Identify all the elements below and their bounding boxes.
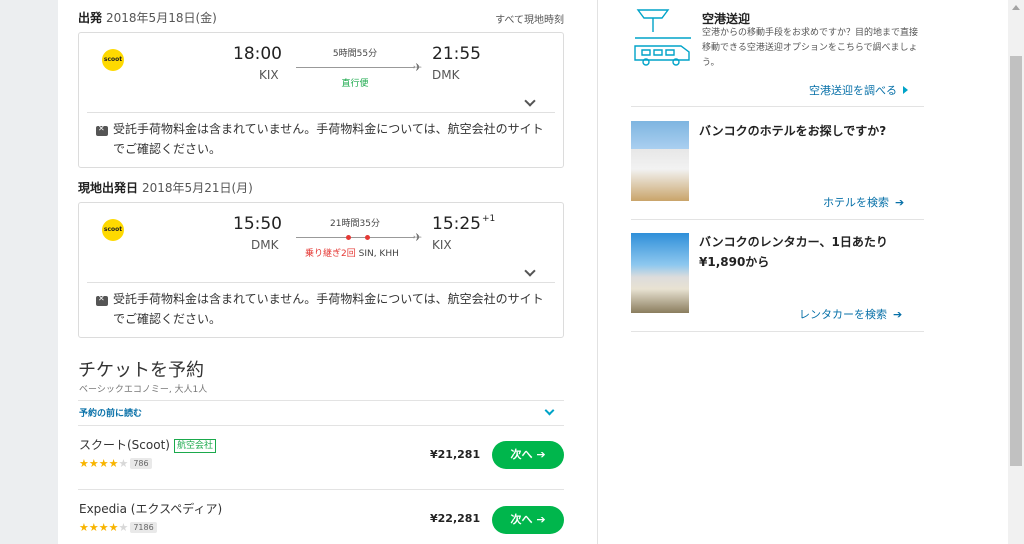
- beach-thumbnail[interactable]: [631, 233, 689, 313]
- car-title: バンコクのレンタカー、1日あたり: [699, 235, 888, 249]
- car-search-link[interactable]: レンタカーを検索 ➔: [799, 306, 902, 322]
- inbound-baggage-note: 受託手荷物料金は含まれていません。手荷物料金については、航空会社のサイトでご確認…: [113, 292, 544, 326]
- arrow-right-icon: ➔: [536, 513, 546, 526]
- outbound-duration: 5時間55分: [332, 49, 378, 59]
- column-divider: [597, 0, 598, 544]
- provider-rating: ★★★★★ 786: [79, 457, 152, 470]
- outbound-route-line: [296, 67, 414, 68]
- scoot-logo-icon: scoot: [102, 49, 124, 71]
- chevron-down-icon[interactable]: [545, 407, 554, 416]
- divider: [78, 425, 564, 426]
- star-icon: ★: [118, 521, 129, 534]
- read-before-booking-link[interactable]: 予約の前に読む: [79, 406, 142, 419]
- outbound-stops: 直行便: [341, 79, 369, 89]
- provider-price: ¥22,281: [430, 512, 481, 525]
- scroll-up-icon[interactable]: [1008, 0, 1024, 16]
- inbound-arr-airport: KIX: [432, 238, 452, 252]
- inbound-label: 現地出発日: [78, 181, 139, 195]
- inbound-dep-airport: DMK: [251, 238, 279, 252]
- provider-rating: ★★★★★ 7186: [79, 521, 157, 534]
- inbound-route-line: [296, 237, 414, 238]
- card-separator: [87, 112, 555, 113]
- triangle-right-icon: [903, 86, 908, 94]
- provider-name[interactable]: Expedia (エクスペディア): [79, 500, 222, 517]
- booking-subtitle: ベーシックエコノミー, 大人1人: [79, 385, 208, 395]
- inbound-card[interactable]: scoot 15:50 DMK 21時間35分 ✈ 15:25+1 KIX 乗り…: [78, 202, 564, 338]
- outbound-header: 出発 2018年5月18日(金) すべて現地時刻: [78, 9, 564, 26]
- airport-shuttle-icon: [634, 9, 691, 66]
- inbound-duration: 21時間35分: [330, 219, 380, 229]
- outbound-label: 出発: [78, 11, 103, 25]
- hotel-search-link[interactable]: ホテルを検索 ➔: [823, 194, 904, 210]
- inbound-dep-time: 15:50: [233, 214, 282, 234]
- booking-title: チケットを予約: [78, 360, 204, 381]
- arrow-right-icon: ➔: [895, 196, 905, 209]
- next-button[interactable]: 次へ ➔: [492, 506, 564, 534]
- timezone-note: すべて現地時刻: [495, 15, 564, 26]
- next-button[interactable]: 次へ ➔: [492, 441, 564, 469]
- outbound-baggage-note: 受託手荷物料金は含まれていません。手荷物料金については、航空会社のサイトでご確認…: [113, 122, 544, 156]
- card-separator: [87, 282, 555, 283]
- chevron-down-icon[interactable]: [525, 97, 535, 107]
- inbound-stops: 乗り継ぎ2回 SIN, KHH: [305, 246, 399, 259]
- transfer-link[interactable]: 空港送迎を調べる: [809, 82, 908, 98]
- temple-thumbnail[interactable]: [631, 121, 689, 201]
- no-baggage-icon: [96, 124, 108, 136]
- no-baggage-icon: [96, 294, 108, 306]
- divider: [631, 219, 924, 220]
- review-count: 786: [130, 458, 152, 469]
- outbound-arr-time: 21:55: [432, 44, 481, 64]
- inbound-header: 現地出発日 2018年5月21日(月): [78, 179, 564, 196]
- plane-icon: ✈: [413, 61, 423, 74]
- review-count: 7186: [130, 522, 157, 533]
- stop-dot: [365, 235, 370, 240]
- outbound-dep-airport: KIX: [259, 68, 279, 82]
- outbound-card[interactable]: scoot 18:00 KIX 5時間55分 ✈ 21:55 DMK 直行便 受…: [78, 32, 564, 168]
- outbound-dep-time: 18:00: [233, 44, 282, 64]
- scoot-logo-icon: scoot: [102, 219, 124, 241]
- transfer-text: 空港からの移動手段をお求めですか？目的地まで直接移動できる空港送迎オプションをこ…: [702, 28, 919, 68]
- stops-count: 乗り継ぎ2回: [305, 249, 356, 259]
- provider-name[interactable]: スクート(Scoot) 航空会社: [79, 436, 216, 453]
- divider: [78, 489, 564, 490]
- transfer-title: 空港送迎: [702, 12, 751, 26]
- stops-airports: SIN, KHH: [358, 249, 399, 259]
- inbound-date: 2018年5月21日(月): [142, 181, 253, 195]
- inbound-arr-time: 15:25+1: [432, 214, 496, 234]
- divider: [631, 331, 924, 332]
- scrollbar[interactable]: [1008, 0, 1024, 544]
- stop-dot: [346, 235, 351, 240]
- divider: [631, 106, 924, 107]
- outbound-arr-airport: DMK: [432, 68, 460, 82]
- plane-icon: ✈: [413, 231, 423, 244]
- star-icon: ★: [118, 457, 129, 470]
- chevron-down-icon[interactable]: [525, 267, 535, 277]
- arrow-right-icon: ➔: [893, 308, 903, 321]
- scrollbar-thumb[interactable]: [1010, 56, 1022, 466]
- arrow-right-icon: ➔: [536, 448, 546, 461]
- divider: [78, 400, 564, 401]
- hotel-title: バンコクのホテルをお探しですか?: [699, 124, 887, 138]
- star-icon: ★★★★: [79, 521, 119, 534]
- outbound-date: 2018年5月18日(金): [106, 11, 217, 25]
- provider-price: ¥21,281: [430, 448, 481, 461]
- day-offset: +1: [482, 214, 496, 224]
- star-icon: ★★★★: [79, 457, 119, 470]
- car-price: ¥1,890から: [699, 255, 770, 269]
- airline-badge: 航空会社: [173, 439, 216, 453]
